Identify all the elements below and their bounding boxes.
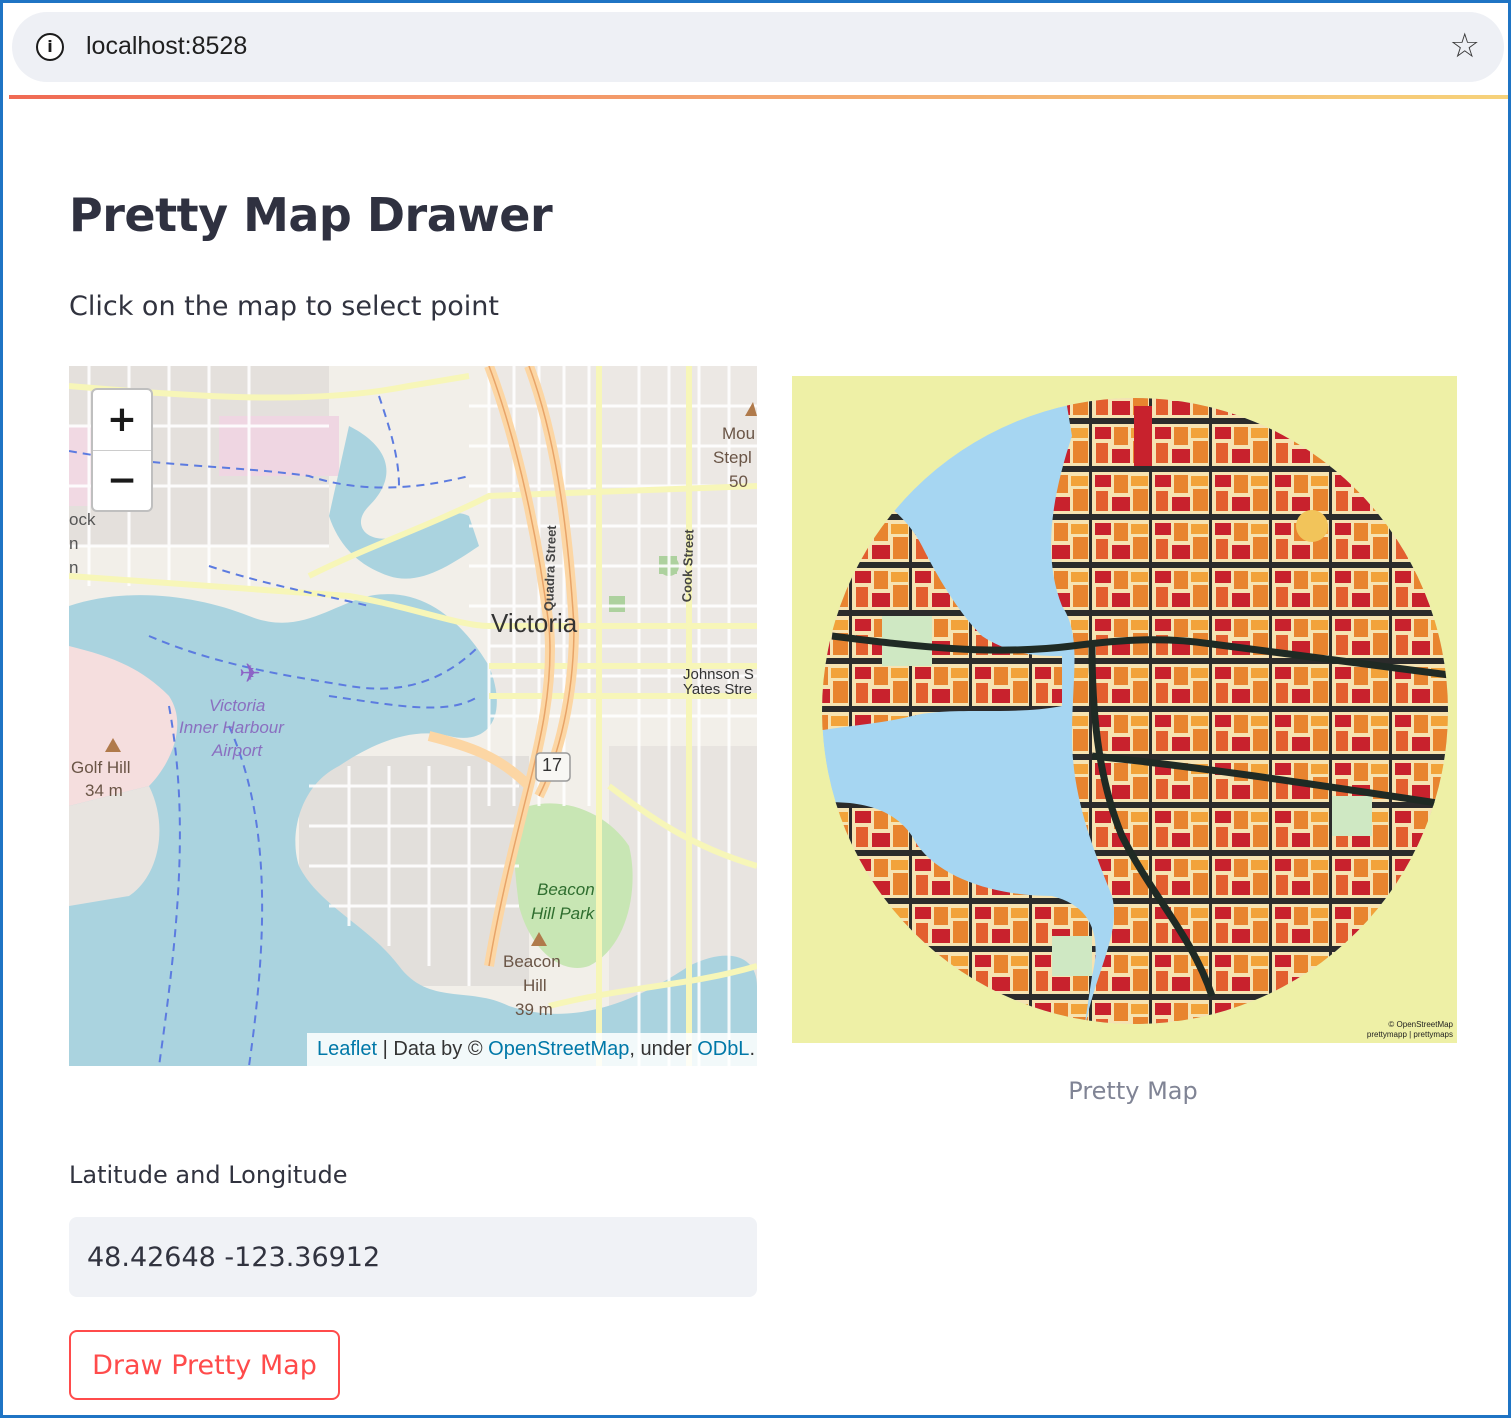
star-icon[interactable]: ☆ — [1450, 26, 1480, 66]
map-label-beacon-hill-3: 39 m — [515, 1000, 553, 1019]
osm-map[interactable]: ✈ Victoria Quadra Street Cook Street Joh… — [69, 366, 757, 1066]
map-label-mount-2: Stepl — [713, 448, 752, 467]
map-label-yates: Yates Stre — [683, 681, 752, 698]
zoom-out-button[interactable]: − — [93, 451, 151, 511]
pretty-map-graphic — [792, 376, 1457, 1043]
pretty-map-caption: Pretty Map — [1068, 1077, 1198, 1105]
map-label-rock-1: ock — [69, 510, 96, 529]
pretty-map-credit-2: prettymapp | prettymaps — [1366, 1030, 1453, 1039]
map-label-beacon-hill-2: Hill — [523, 976, 547, 995]
browser-window: i localhost:8528 ☆ Pretty Map Drawer Cli… — [0, 0, 1511, 1418]
map-label-victoria: Victoria — [491, 608, 578, 638]
map-label-mount-3: 50 — [729, 472, 748, 491]
map-tiles[interactable]: ✈ — [69, 366, 757, 1066]
map-label-quadra: Quadra Street — [541, 525, 559, 612]
openstreetmap-link[interactable]: OpenStreetMap — [488, 1038, 629, 1060]
draw-pretty-map-button[interactable]: Draw Pretty Map — [69, 1330, 340, 1400]
attribution-under: , under — [629, 1038, 698, 1060]
zoom-in-button[interactable]: + — [93, 390, 151, 451]
map-label-airport-3: Airport — [212, 741, 263, 760]
latlon-input[interactable] — [69, 1217, 757, 1297]
map-label-airport-1: Victoria — [209, 696, 266, 715]
leaflet-link[interactable]: Leaflet — [317, 1038, 377, 1060]
map-label-airport-2: Inner Harbour — [179, 718, 284, 737]
attribution-text: | Data by © — [377, 1038, 489, 1060]
map-label-rock-3: n — [69, 558, 79, 577]
attribution-end: . — [749, 1038, 755, 1060]
map-label-golf-elev: 34 m — [85, 781, 123, 800]
url-text[interactable]: localhost:8528 — [86, 32, 247, 61]
address-bar[interactable]: i localhost:8528 ☆ — [12, 12, 1504, 82]
instruction-text: Click on the map to select point — [69, 291, 499, 322]
pretty-map-image: © OpenStreetMap prettymapp | prettymaps — [792, 376, 1457, 1043]
odbl-link[interactable]: ODbL — [697, 1038, 749, 1060]
map-label-rock-2: n — [69, 534, 79, 553]
zoom-control: + − — [91, 388, 153, 512]
map-label-beacon-hill-1: Beacon — [503, 952, 561, 971]
header-decoration — [9, 95, 1508, 99]
map-attribution: Leaflet | Data by © OpenStreetMap, under… — [307, 1033, 757, 1066]
map-label-beacon-park-2: Hill Park — [531, 904, 595, 923]
map-label-beacon-park-1: Beacon — [537, 880, 595, 899]
map-label-golf-hill: Golf Hill — [71, 758, 131, 777]
info-icon[interactable]: i — [36, 33, 64, 61]
map-label-cook: Cook Street — [679, 529, 697, 603]
map-label-mount-1: Mou — [722, 424, 756, 443]
svg-text:✈: ✈ — [239, 659, 261, 689]
pretty-map-credit-1: © OpenStreetMap — [1388, 1020, 1453, 1029]
latlon-label: Latitude and Longitude — [69, 1161, 348, 1189]
map-label-hwy-17: 17 — [542, 755, 563, 775]
page-title: Pretty Map Drawer — [69, 188, 553, 242]
